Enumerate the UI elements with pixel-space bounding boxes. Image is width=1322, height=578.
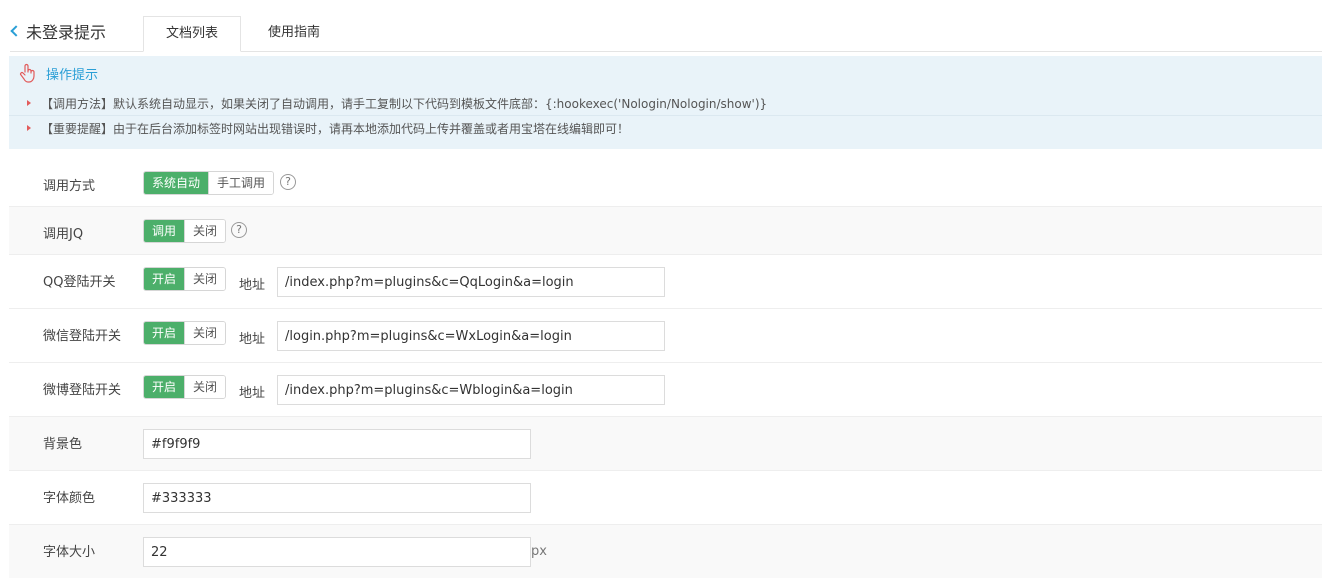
wx-login-toggle: 开启 关闭 <box>143 321 227 345</box>
tip-text: 【重要提醒】由于在后台添加标签时网站出现错误时，请再本地添加代码上传并覆盖或者用… <box>41 121 630 136</box>
option-on[interactable]: 开启 <box>144 268 185 290</box>
tips-title: 操作提示 <box>46 67 99 83</box>
tip-item: 【调用方法】默认系统自动显示，如果关闭了自动调用，请手工复制以下代码到模板文件底… <box>27 93 767 113</box>
hand-pointer-icon <box>20 63 35 83</box>
wx-login-url-input[interactable] <box>277 321 665 351</box>
back-button[interactable]: 未登录提示 <box>8 20 106 42</box>
bullet-arrow-icon <box>27 125 31 131</box>
option-off[interactable]: 关闭 <box>184 322 226 344</box>
wb-login-toggle: 开启 关闭 <box>143 375 227 399</box>
bg-color-input[interactable] <box>143 429 531 459</box>
option-enable[interactable]: 调用 <box>144 220 185 242</box>
form-row-call-jq: 调用JQ 调用 关闭 ? <box>9 207 1322 255</box>
tip-item: 【重要提醒】由于在后台添加标签时网站出现错误时，请再本地添加代码上传并覆盖或者用… <box>27 118 629 138</box>
form-row-qq-login: QQ登陆开关 开启 关闭 地址 <box>9 255 1322 309</box>
option-on[interactable]: 开启 <box>144 376 185 398</box>
form-row-bg-color: 背景色 <box>9 417 1322 471</box>
address-label: 地址 <box>239 386 266 401</box>
font-color-label: 字体颜色 <box>43 491 96 506</box>
qq-login-toggle: 开启 关闭 <box>143 267 227 291</box>
address-label: 地址 <box>239 278 266 293</box>
call-jq-label: 调用JQ <box>43 227 84 242</box>
wb-login-url-input[interactable] <box>277 375 665 405</box>
tab-guide[interactable]: 使用指南 <box>241 16 347 52</box>
wb-login-label: 微博登陆开关 <box>43 383 122 398</box>
option-off[interactable]: 关闭 <box>184 268 226 290</box>
tips-panel: 操作提示 【调用方法】默认系统自动显示，如果关闭了自动调用，请手工复制以下代码到… <box>9 56 1322 149</box>
qq-login-url-input[interactable] <box>277 267 665 297</box>
call-mode-toggle: 系统自动 手工调用 <box>143 171 275 195</box>
font-size-label: 字体大小 <box>43 545 96 560</box>
tips-separator <box>9 115 1322 116</box>
chevron-left-icon <box>8 20 24 42</box>
top-bar: 未登录提示 文档列表 使用指南 <box>0 0 1322 52</box>
address-label: 地址 <box>239 332 266 347</box>
help-icon[interactable]: ? <box>280 174 296 190</box>
form-row-font-size: 字体大小 px <box>9 525 1322 578</box>
form-row-font-color: 字体颜色 <box>9 471 1322 525</box>
option-disable[interactable]: 关闭 <box>184 220 226 242</box>
form-row-wx-login: 微信登陆开关 开启 关闭 地址 <box>9 309 1322 363</box>
call-mode-label: 调用方式 <box>43 179 96 194</box>
tips-header: 操作提示 <box>19 62 98 84</box>
unit-label: px <box>531 544 547 559</box>
option-off[interactable]: 关闭 <box>184 376 226 398</box>
qq-login-label: QQ登陆开关 <box>43 275 116 290</box>
bullet-arrow-icon <box>27 100 31 106</box>
page-title: 未登录提示 <box>26 23 107 42</box>
tip-text: 【调用方法】默认系统自动显示，如果关闭了自动调用，请手工复制以下代码到模板文件底… <box>41 96 768 111</box>
help-icon[interactable]: ? <box>231 222 247 238</box>
call-jq-toggle: 调用 关闭 <box>143 219 227 243</box>
bg-color-label: 背景色 <box>43 437 83 452</box>
font-size-input[interactable] <box>143 537 531 567</box>
form-row-call-mode: 调用方式 系统自动 手工调用 ? <box>9 159 1322 207</box>
tab-doc-list[interactable]: 文档列表 <box>143 16 241 52</box>
option-auto[interactable]: 系统自动 <box>144 172 209 194</box>
wx-login-label: 微信登陆开关 <box>43 329 122 344</box>
option-on[interactable]: 开启 <box>144 322 185 344</box>
form-row-wb-login: 微博登陆开关 开启 关闭 地址 <box>9 363 1322 417</box>
font-color-input[interactable] <box>143 483 531 513</box>
option-manual[interactable]: 手工调用 <box>208 172 274 194</box>
